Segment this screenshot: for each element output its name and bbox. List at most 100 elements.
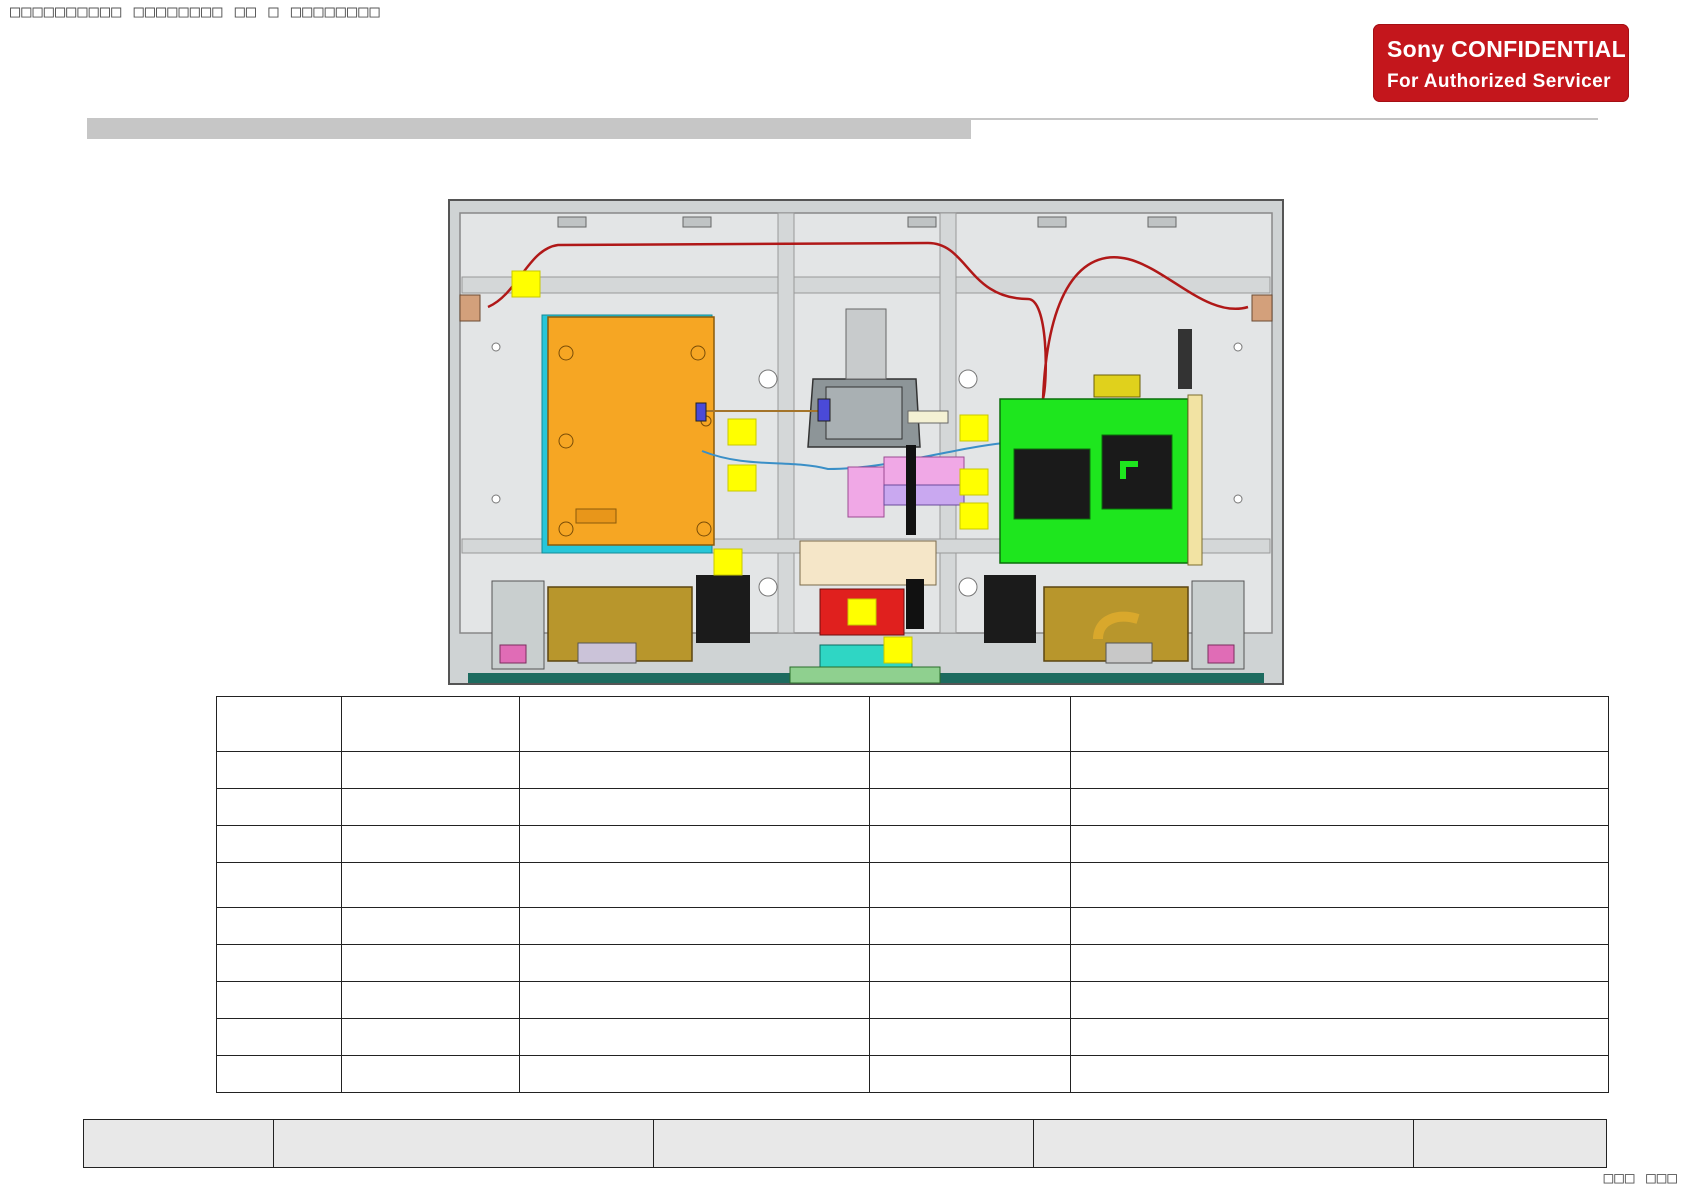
- table-cell: [216, 981, 342, 1019]
- table-cell: [1070, 862, 1609, 908]
- connector-white: [907, 410, 949, 424]
- table-cell: [216, 907, 342, 945]
- table-cell: [216, 1055, 342, 1093]
- table-cell: [869, 981, 1071, 1019]
- section-title-rule: [971, 118, 1598, 120]
- right-edge-connector: [1251, 294, 1273, 322]
- table-row: [216, 907, 1609, 945]
- pink-flat-cable-3: [883, 484, 965, 506]
- table-cell: [216, 944, 342, 982]
- table-cell: [519, 1055, 870, 1093]
- left-speaker-connector: [696, 575, 750, 643]
- table-cell: [341, 825, 520, 863]
- summary-table: [83, 1119, 1607, 1168]
- main-board-heatsink-right: [1101, 434, 1173, 510]
- table-cell: [869, 751, 1071, 789]
- table-cell: [1070, 981, 1609, 1019]
- table-row: [216, 862, 1609, 908]
- chassis-rail-left: [777, 212, 795, 634]
- table-cell: [869, 862, 1071, 908]
- callout-3: [727, 464, 757, 492]
- center-dark-part: [906, 579, 924, 629]
- table-cell: [216, 825, 342, 863]
- table-cell: [1070, 751, 1609, 789]
- table-row: [216, 788, 1609, 826]
- table-cell: [869, 1018, 1071, 1056]
- page-number: □□□ □□□: [1603, 1168, 1678, 1187]
- confidential-badge-line2: For Authorized Servicer: [1387, 71, 1611, 92]
- table-row: [216, 1018, 1609, 1056]
- callout-6: [959, 502, 989, 530]
- right-speaker-mount: [1105, 642, 1153, 664]
- parts-table-header: [869, 696, 1071, 752]
- callout-7: [713, 548, 743, 576]
- right-speaker-connector: [984, 575, 1036, 643]
- table-cell: [216, 862, 342, 908]
- main-board-side-strip: [1187, 394, 1203, 566]
- table-cell: [1070, 1018, 1609, 1056]
- table-cell: [519, 944, 870, 982]
- summary-cell: [273, 1119, 654, 1168]
- main-board-heatsink-left: [1013, 448, 1091, 520]
- table-cell: [519, 907, 870, 945]
- table-cell: [869, 1055, 1071, 1093]
- connector-blue-1: [817, 398, 831, 422]
- table-cell: [341, 751, 520, 789]
- table-cell: [869, 907, 1071, 945]
- table-cell: [519, 825, 870, 863]
- tuner-bracket-panel: [825, 386, 903, 440]
- table-cell: [341, 1055, 520, 1093]
- table-cell: [519, 751, 870, 789]
- table-cell: [869, 944, 1071, 982]
- power-board-label: [575, 508, 617, 524]
- summary-cell: [1033, 1119, 1414, 1168]
- main-board-right-connector: [1178, 329, 1192, 389]
- table-cell: [341, 862, 520, 908]
- table-cell: [869, 788, 1071, 826]
- left-stand-pink: [499, 644, 527, 664]
- document-header-title: □□□□□□□□□□ □□□□□□□□ □□ □ □□□□□□□□: [10, 2, 381, 22]
- table-cell: [519, 788, 870, 826]
- table-row: [216, 825, 1609, 863]
- table-cell: [341, 907, 520, 945]
- callout-1: [511, 270, 541, 298]
- table-cell: [869, 825, 1071, 863]
- parts-table: [216, 696, 1609, 1093]
- table-cell: [519, 1018, 870, 1056]
- table-row: [216, 981, 1609, 1019]
- table-cell: [341, 944, 520, 982]
- summary-row: [83, 1119, 1607, 1168]
- table-cell: [216, 1018, 342, 1056]
- callout-8: [847, 598, 877, 626]
- table-cell: [341, 1018, 520, 1056]
- left-edge-connector: [459, 294, 481, 322]
- callout-9: [883, 636, 913, 664]
- callout-4: [959, 414, 989, 442]
- table-cell: [519, 981, 870, 1019]
- parts-table-header: [1070, 696, 1609, 752]
- table-row: [216, 1055, 1609, 1093]
- summary-cell: [653, 1119, 1034, 1168]
- confidential-badge: Sony CONFIDENTIAL For Authorized Service…: [1373, 24, 1629, 102]
- main-board-connector-top: [1093, 374, 1141, 398]
- connector-blue-2: [695, 402, 707, 422]
- table-cell: [1070, 825, 1609, 863]
- parts-table-header: [519, 696, 870, 752]
- table-cell: [1070, 944, 1609, 982]
- parts-table-header: [341, 696, 520, 752]
- confidential-badge-line1: Sony CONFIDENTIAL: [1387, 36, 1626, 62]
- table-cell: [1070, 1055, 1609, 1093]
- chassis-rail-horizontal: [461, 276, 1271, 294]
- table-row: [216, 944, 1609, 982]
- table-cell: [341, 788, 520, 826]
- pink-flat-cable-1: [847, 466, 885, 518]
- black-cable-strip: [906, 445, 916, 535]
- summary-cell: [1413, 1119, 1607, 1168]
- table-cell: [341, 981, 520, 1019]
- table-row: [216, 751, 1609, 789]
- tuner-bracket-mount: [845, 308, 887, 380]
- summary-cell: [83, 1119, 274, 1168]
- pink-flat-cable-2: [883, 456, 965, 486]
- tv-rear-wiring-diagram: [448, 199, 1284, 685]
- table-cell: [1070, 907, 1609, 945]
